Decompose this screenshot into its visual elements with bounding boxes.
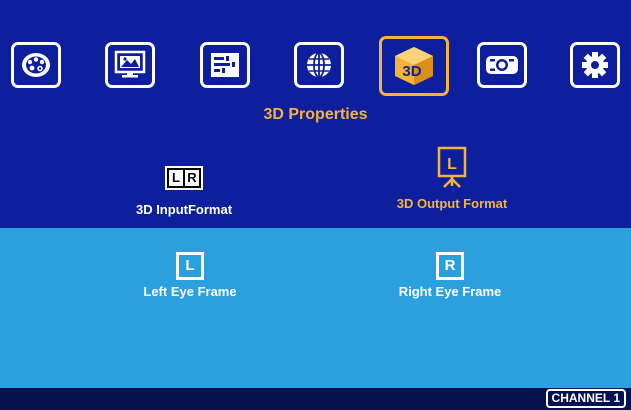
tab-adjust[interactable]	[200, 42, 250, 88]
tab-picture[interactable]	[105, 42, 155, 88]
screen-output-icon: L	[437, 146, 467, 188]
left-eye-option[interactable]: L Left Eye Frame	[110, 252, 270, 299]
svg-text:L: L	[447, 156, 457, 173]
monitor-image-icon	[114, 50, 146, 78]
tab-output[interactable]	[477, 42, 527, 88]
tab-network[interactable]	[294, 42, 344, 88]
input-format-label: 3D InputFormat	[135, 202, 233, 217]
lr-format-icon: L R	[165, 166, 203, 190]
lr-left-glyph: L	[169, 170, 183, 186]
left-eye-icon: L	[176, 252, 204, 280]
right-eye-label: Right Eye Frame	[398, 284, 502, 299]
menu-title: 3D Properties	[263, 106, 368, 123]
channel-badge: CHANNEL 1	[545, 389, 626, 408]
output-format-label: 3D Output Format	[396, 196, 508, 211]
output-format-option[interactable]: L 3D Output Format	[362, 146, 542, 211]
status-bar	[0, 388, 631, 410]
tab-color[interactable]	[11, 42, 61, 88]
3d-cube-icon: 3D	[395, 47, 433, 85]
globe-icon	[307, 52, 331, 78]
right-eye-icon: R	[436, 252, 464, 280]
adjust-sliders-icon	[211, 53, 239, 77]
lr-right-glyph: R	[185, 170, 199, 186]
left-eye-label: Left Eye Frame	[143, 284, 237, 299]
projector-icon	[486, 56, 518, 74]
svg-text:3D: 3D	[402, 63, 421, 80]
palette-icon	[22, 53, 50, 77]
tab-3d[interactable]: 3D	[379, 36, 449, 96]
gear-icon	[582, 52, 608, 78]
bottom-panel	[0, 228, 631, 388]
tab-settings[interactable]	[570, 42, 620, 88]
input-format-option[interactable]: L R 3D InputFormat	[104, 166, 264, 217]
right-eye-option[interactable]: R Right Eye Frame	[370, 252, 530, 299]
